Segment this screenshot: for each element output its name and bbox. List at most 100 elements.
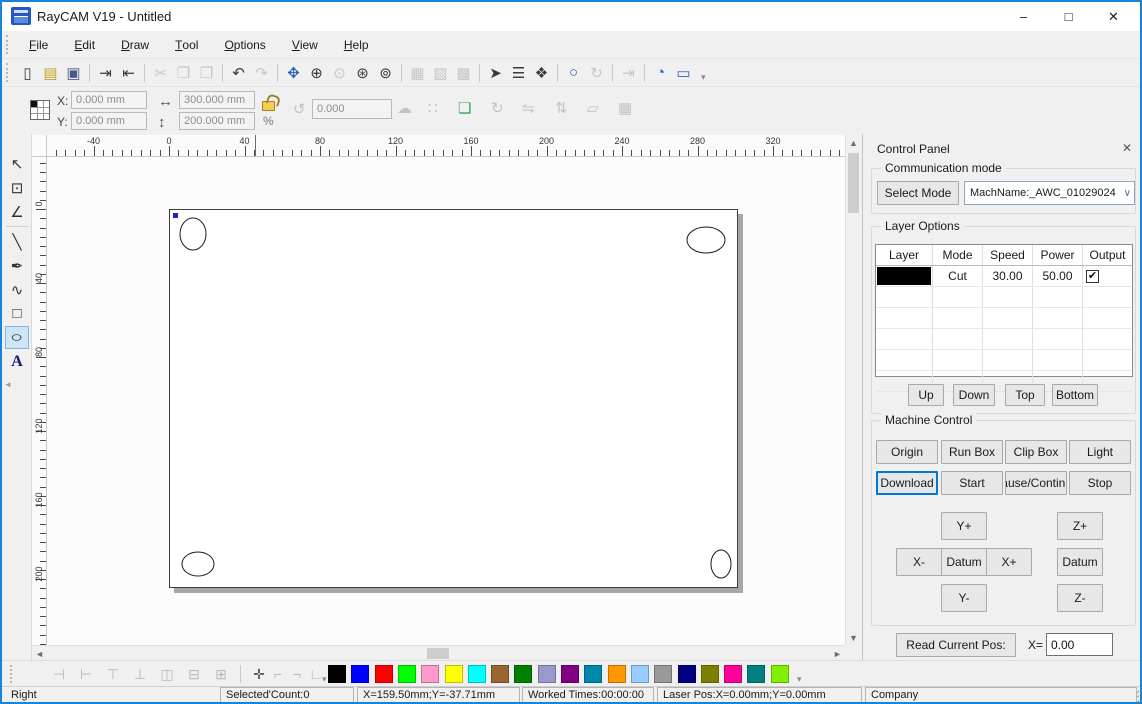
layer-row[interactable]: Cut30.0050.00✔ (876, 266, 1132, 287)
palette-color-black[interactable] (328, 665, 346, 683)
scroll-left-icon[interactable]: ◄ (32, 646, 47, 661)
toolbar-overflow-icon[interactable]: ▾ (701, 72, 706, 86)
toolbar-grip[interactable] (10, 665, 14, 683)
scroll-right-icon[interactable]: ► (830, 646, 845, 661)
layer-mode[interactable]: Cut (933, 266, 983, 286)
undo-icon[interactable]: ↶ (227, 62, 250, 84)
palette-color-brown[interactable] (491, 665, 509, 683)
param-list-icon[interactable]: ☰ (507, 62, 530, 84)
menu-edit[interactable]: Edit (61, 31, 108, 58)
close-button[interactable]: ✕ (1091, 2, 1136, 31)
select-mode-button[interactable]: Select Mode (877, 181, 959, 205)
menu-draw[interactable]: Draw (108, 31, 162, 58)
download-button[interactable]: Download (876, 471, 938, 495)
maximize-button[interactable]: □ (1046, 2, 1091, 31)
rectangle-tool[interactable]: □ (5, 302, 29, 325)
column-header-speed[interactable]: Speed (983, 245, 1033, 265)
bottom-button[interactable]: Bottom (1052, 384, 1098, 406)
stop-button[interactable]: Stop (1069, 471, 1131, 495)
ellipse-top-left[interactable] (180, 218, 206, 250)
jog-y-plus-button[interactable]: Y+ (941, 512, 987, 540)
horizontal-scrollbar[interactable]: ◄ ► (32, 645, 845, 660)
palette-color-light-blue[interactable] (631, 665, 649, 683)
palette-color-yellow-green[interactable] (771, 665, 789, 683)
jog-z-plus-button[interactable]: Z+ (1057, 512, 1103, 540)
jog-x-plus-button[interactable]: X+ (986, 548, 1032, 576)
output-checkbox[interactable]: ✔ (1086, 270, 1099, 283)
jog-y-minus-button[interactable]: Y- (941, 584, 987, 612)
ellipse-tool[interactable]: ○ (5, 326, 29, 349)
rubber-select-tool[interactable]: ⊡ (5, 176, 29, 199)
clip-box-button[interactable]: Clip Box (1005, 440, 1067, 464)
width-field[interactable]: 300.000 mm (179, 91, 255, 109)
column-header-mode[interactable]: Mode (933, 245, 983, 265)
palette-color-blue[interactable] (351, 665, 369, 683)
palette-color-steel-blue[interactable] (584, 665, 602, 683)
menu-view[interactable]: View (279, 31, 331, 58)
vertical-scrollbar[interactable]: ▲ ▼ (845, 135, 860, 645)
y-position-field[interactable]: 0.000 mm (71, 112, 147, 130)
current-pos-x-field[interactable]: 0.00 (1046, 633, 1113, 656)
layer-table[interactable]: LayerModeSpeedPowerOutputCut30.0050.00✔ (875, 244, 1133, 377)
toolbar-grip[interactable] (6, 35, 10, 54)
palette-color-orange[interactable] (608, 665, 626, 683)
pick-tool-icon[interactable]: ➤ (484, 62, 507, 84)
start-button[interactable]: Start (941, 471, 1003, 495)
select-tool[interactable]: ↖ (5, 152, 29, 175)
palette-color-teal[interactable] (747, 665, 765, 683)
polyline-tool[interactable]: ∿ (5, 278, 29, 301)
palette-color-lavender[interactable] (538, 665, 556, 683)
panel-close-icon[interactable]: ✕ (1122, 141, 1132, 155)
horizontal-scroll-thumb[interactable] (427, 648, 449, 659)
jog-datum-button[interactable]: Datum (941, 548, 987, 576)
palette-color-red[interactable] (375, 665, 393, 683)
height-field[interactable]: 200.000 mm (179, 112, 255, 130)
ellipse-bottom-right[interactable] (711, 550, 731, 578)
menu-tool[interactable]: Tool (162, 31, 211, 58)
layer-power[interactable]: 50.00 (1033, 266, 1083, 286)
jog-datum-button[interactable]: Datum (1057, 548, 1103, 576)
curve-node-icon[interactable]: ○ (562, 62, 585, 84)
pause-continue-button[interactable]: Pause/Continue (1005, 471, 1067, 495)
column-header-power[interactable]: Power (1033, 245, 1083, 265)
zoom-in-icon[interactable]: ⊕ (305, 62, 328, 84)
line-tool[interactable]: ╲ (5, 230, 29, 253)
jog-x-minus-button[interactable]: X- (896, 548, 942, 576)
vertical-scroll-thumb[interactable] (848, 153, 859, 213)
drawing-canvas[interactable] (47, 157, 845, 645)
ellipse-top-right[interactable] (687, 227, 725, 253)
column-header-output[interactable]: Output (1083, 245, 1132, 265)
read-current-pos-button[interactable]: Read Current Pos: (896, 633, 1016, 657)
palette-color-green[interactable] (398, 665, 416, 683)
toolbar-grip[interactable] (6, 63, 10, 82)
new-file-icon[interactable]: ▯ (16, 62, 39, 84)
preview-monitor-icon[interactable]: ▭ (672, 62, 695, 84)
pan-icon[interactable]: ✥ (282, 62, 305, 84)
run-box-button[interactable]: Run Box (941, 440, 1003, 464)
palette-color-navy[interactable] (678, 665, 696, 683)
palette-color-yellow[interactable] (445, 665, 463, 683)
menu-options[interactable]: Options (211, 31, 278, 58)
scroll-up-icon[interactable]: ▲ (846, 135, 861, 150)
light-button[interactable]: Light (1069, 440, 1131, 464)
bottom-overflow-icon[interactable]: ▾ (322, 674, 327, 685)
import-icon[interactable]: ⇥ (94, 62, 117, 84)
pen-tool[interactable]: ✒ (5, 254, 29, 277)
node-edit-tool[interactable]: ∠ (5, 200, 29, 223)
zoom-all-icon[interactable]: ⊚ (374, 62, 397, 84)
machine-select-dropdown[interactable]: MachName:_AWC_01029024 ∨ (964, 181, 1135, 205)
palette-color-pink[interactable] (421, 665, 439, 683)
layer-speed[interactable]: 30.00 (983, 266, 1033, 286)
layer-color-swatch[interactable] (877, 267, 931, 285)
menu-file[interactable]: File (16, 31, 61, 58)
palette-color-purple[interactable] (561, 665, 579, 683)
export-icon[interactable]: ⇤ (117, 62, 140, 84)
simulate-icon[interactable]: ◔ (649, 62, 672, 84)
palette-overflow-icon[interactable]: ▾ (797, 674, 802, 685)
rotate-angle-field[interactable]: 0.000 (312, 99, 392, 119)
palette-color-deep-pink[interactable] (724, 665, 742, 683)
layers-icon[interactable]: ❏ (458, 99, 471, 117)
top-button[interactable]: Top (1005, 384, 1045, 406)
column-header-layer[interactable]: Layer (876, 245, 933, 265)
minimize-button[interactable]: – (1001, 2, 1046, 31)
